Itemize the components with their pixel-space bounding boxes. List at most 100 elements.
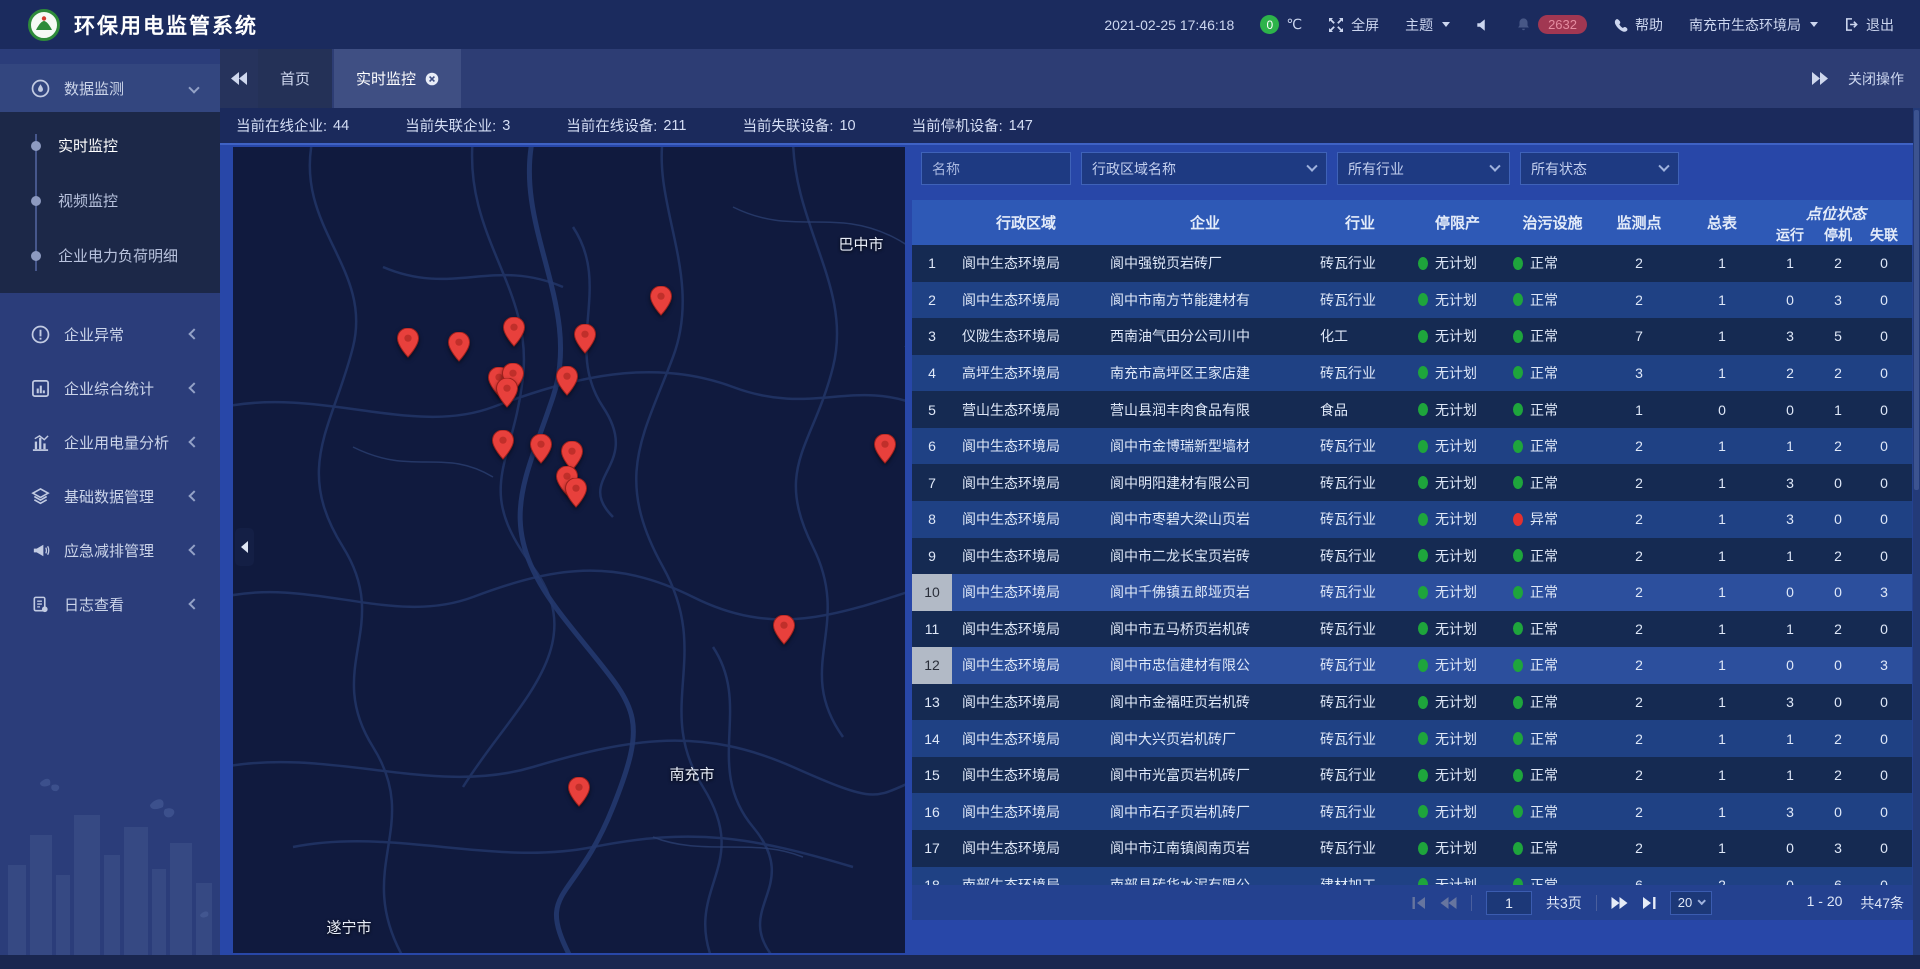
sidebar-item-0[interactable]: 实时监控 <box>0 118 220 173</box>
help-button[interactable]: 帮助 <box>1613 15 1663 35</box>
cell-company[interactable]: 阆中市二龙长宝页岩砖 <box>1100 546 1310 566</box>
last-page-button[interactable] <box>1642 897 1656 909</box>
cell-company[interactable]: 阆中市金博瑞新型墙材 <box>1100 436 1310 456</box>
page-scrollbar[interactable] <box>1913 108 1920 955</box>
table-row-1[interactable]: 1阆中生态环境局阆中强锐页岩砖厂砖瓦行业无计划正常21120 <box>912 245 1912 282</box>
tab-close-icon[interactable] <box>425 72 439 86</box>
map[interactable]: 巴中市南充市遂宁市 <box>233 147 905 953</box>
theme-dropdown[interactable]: 主题 <box>1405 15 1450 35</box>
table-row-2[interactable]: 2阆中生态环境局阆中市南方节能建材有砖瓦行业无计划正常21030 <box>912 282 1912 319</box>
col-header-points[interactable]: 监测点 <box>1600 200 1678 245</box>
cell-company[interactable]: 阆中市金福旺页岩机砖 <box>1100 692 1310 712</box>
tab-1[interactable]: 实时监控 <box>334 49 461 108</box>
double-chevron-right-icon[interactable] <box>1812 72 1828 85</box>
page-number-input[interactable] <box>1486 891 1532 915</box>
col-header-meters[interactable]: 总表 <box>1678 200 1766 245</box>
region-filter-select[interactable]: 行政区域名称 <box>1081 152 1327 185</box>
table-row-12[interactable]: 12阆中生态环境局阆中市忠信建材有限公砖瓦行业无计划正常21003 <box>912 647 1912 684</box>
close-operations-button[interactable]: 关闭操作 <box>1848 69 1904 89</box>
col-header-stopped[interactable]: 停机 <box>1814 224 1862 245</box>
map-pin-4[interactable] <box>650 286 672 316</box>
col-header-region[interactable]: 行政区域 <box>952 200 1100 245</box>
table-row-18[interactable]: 18南部生态环境局南部县砖华水泥有限公建材加工无计划正常62060 <box>912 867 1912 885</box>
cell-company[interactable]: 阆中市五马桥页岩机砖 <box>1100 619 1310 639</box>
sidebar-group-3[interactable]: 企业用电量分析 <box>0 415 220 469</box>
table-row-14[interactable]: 14阆中生态环境局阆中大兴页岩机砖厂砖瓦行业无计划正常21120 <box>912 720 1912 757</box>
notifications[interactable]: 2632 <box>1516 15 1587 34</box>
cell-stop: 3 <box>1814 840 1862 856</box>
sidebar-group-2[interactable]: 企业综合统计 <box>0 361 220 415</box>
map-pin-16[interactable] <box>568 777 590 807</box>
sidebar-group-0[interactable]: 数据监测 <box>0 64 220 112</box>
table-row-8[interactable]: 8阆中生态环境局阆中市枣碧大梁山页岩砖瓦行业无计划异常21300 <box>912 501 1912 538</box>
fullscreen-button[interactable]: 全屏 <box>1328 15 1379 35</box>
cell-company[interactable]: 西南油气田分公司川中 <box>1100 326 1310 346</box>
col-header-limit[interactable]: 停限产 <box>1410 200 1505 245</box>
table-row-5[interactable]: 5营山生态环境局营山县润丰肉食品有限食品无计划正常10010 <box>912 391 1912 428</box>
cell-company[interactable]: 阆中市江南镇阆南页岩 <box>1100 838 1310 858</box>
col-header-offline[interactable]: 失联 <box>1862 224 1906 245</box>
sidebar-group-4[interactable]: 基础数据管理 <box>0 469 220 523</box>
col-header-industry[interactable]: 行业 <box>1310 200 1410 245</box>
previous-page-button[interactable] <box>1440 897 1457 909</box>
table-row-4[interactable]: 4高坪生态环境局南充市高坪区王家店建砖瓦行业无计划正常31220 <box>912 355 1912 392</box>
table-row-16[interactable]: 16阆中生态环境局阆中市石子页岩机砖厂砖瓦行业无计划正常21300 <box>912 793 1912 830</box>
cell-company[interactable]: 阆中市石子页岩机砖厂 <box>1100 802 1310 822</box>
status-filter-select[interactable]: 所有状态 <box>1520 152 1679 185</box>
map-pin-3[interactable] <box>574 324 596 354</box>
scrollbar-thumb[interactable] <box>1914 110 1919 490</box>
industry-filter-select[interactable]: 所有行业 <box>1337 152 1510 185</box>
map-pin-13[interactable] <box>565 478 587 508</box>
cell-facility-status: 正常 <box>1505 363 1600 383</box>
table-row-7[interactable]: 7阆中生态环境局阆中明阳建材有限公司砖瓦行业无计划正常21300 <box>912 464 1912 501</box>
sound-button[interactable] <box>1476 18 1490 32</box>
cell-company[interactable]: 阆中千佛镇五郎垭页岩 <box>1100 582 1310 602</box>
name-filter-input[interactable] <box>921 152 1071 185</box>
table-row-9[interactable]: 9阆中生态环境局阆中市二龙长宝页岩砖砖瓦行业无计划正常21120 <box>912 538 1912 575</box>
organization-dropdown[interactable]: 南充市生态环境局 <box>1689 15 1818 35</box>
cell-company[interactable]: 南充市高坪区王家店建 <box>1100 363 1310 383</box>
sidebar-group-6[interactable]: 日志查看 <box>0 577 220 631</box>
cell-company[interactable]: 阆中市光富页岩机砖厂 <box>1100 765 1310 785</box>
map-pin-2[interactable] <box>503 317 525 347</box>
map-pin-15[interactable] <box>773 615 795 645</box>
map-pin-10[interactable] <box>530 434 552 464</box>
cell-company[interactable]: 阆中强锐页岩砖厂 <box>1100 253 1310 273</box>
table-row-11[interactable]: 11阆中生态环境局阆中市五马桥页岩机砖砖瓦行业无计划正常21120 <box>912 611 1912 648</box>
map-pin-0[interactable] <box>397 328 419 358</box>
cell-company[interactable]: 阆中大兴页岩机砖厂 <box>1100 729 1310 749</box>
total-pages-label: 共3页 <box>1546 893 1582 913</box>
table-row-17[interactable]: 17阆中生态环境局阆中市江南镇阆南页岩砖瓦行业无计划正常21030 <box>912 830 1912 867</box>
cell-company[interactable]: 南部县砖华水泥有限公 <box>1100 875 1310 885</box>
tab-0[interactable]: 首页 <box>258 49 332 108</box>
table-row-3[interactable]: 3仪陇生态环境局西南油气田分公司川中化工无计划正常71350 <box>912 318 1912 355</box>
col-header-facility[interactable]: 治污设施 <box>1505 200 1600 245</box>
table-row-15[interactable]: 15阆中生态环境局阆中市光富页岩机砖厂砖瓦行业无计划正常21120 <box>912 757 1912 794</box>
col-header-company[interactable]: 企业 <box>1100 200 1310 245</box>
map-pin-7[interactable] <box>496 378 518 408</box>
map-pin-9[interactable] <box>492 430 514 460</box>
cell-company[interactable]: 阆中市枣碧大梁山页岩 <box>1100 509 1310 529</box>
sidebar-group-1[interactable]: 企业异常 <box>0 307 220 361</box>
cell-company[interactable]: 阆中市忠信建材有限公 <box>1100 655 1310 675</box>
sidebar-group-5[interactable]: 应急减排管理 <box>0 523 220 577</box>
table-row-13[interactable]: 13阆中生态环境局阆中市金福旺页岩机砖砖瓦行业无计划正常21300 <box>912 684 1912 721</box>
cell-meters: 1 <box>1678 255 1766 271</box>
cell-company[interactable]: 阆中市南方节能建材有 <box>1100 290 1310 310</box>
page-size-select[interactable]: 20 <box>1670 891 1712 915</box>
table-row-6[interactable]: 6阆中生态环境局阆中市金博瑞新型墙材砖瓦行业无计划正常21120 <box>912 428 1912 465</box>
col-header-running[interactable]: 运行 <box>1766 224 1814 245</box>
cell-company[interactable]: 阆中明阳建材有限公司 <box>1100 473 1310 493</box>
table-row-10[interactable]: 10阆中生态环境局阆中千佛镇五郎垭页岩砖瓦行业无计划正常21003 <box>912 574 1912 611</box>
panel-collapse-button[interactable] <box>235 528 254 566</box>
map-pin-8[interactable] <box>556 366 578 396</box>
first-page-button[interactable] <box>1412 897 1426 909</box>
logout-button[interactable]: 退出 <box>1844 15 1894 35</box>
map-pin-1[interactable] <box>448 332 470 362</box>
sidebar-item-1[interactable]: 视频监控 <box>0 173 220 228</box>
next-page-button[interactable] <box>1611 897 1628 909</box>
map-pin-14[interactable] <box>874 434 896 464</box>
sidebar-item-2[interactable]: 企业电力负荷明细 <box>0 228 220 283</box>
cell-company[interactable]: 营山县润丰肉食品有限 <box>1100 400 1310 420</box>
tabs-scroll-left-button[interactable] <box>220 49 258 108</box>
